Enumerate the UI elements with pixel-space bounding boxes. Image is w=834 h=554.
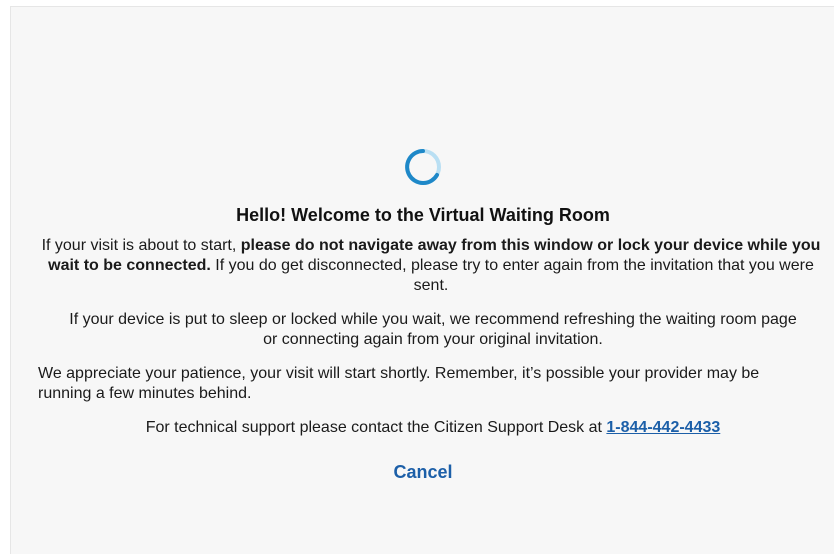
support-phone-link[interactable]: 1-844-442-4433	[606, 419, 720, 436]
instructions-intro: If your visit is about to start,	[41, 237, 241, 254]
instructions-paragraph: If your visit is about to start, please …	[11, 236, 834, 296]
support-text: For technical support please contact the…	[145, 419, 607, 436]
cancel-button[interactable]: Cancel	[383, 458, 462, 487]
support-paragraph: For technical support please contact the…	[11, 418, 834, 438]
patience-paragraph: We appreciate your patience, your visit …	[38, 365, 760, 402]
waiting-room-panel: Hello! Welcome to the Virtual Waiting Ro…	[10, 6, 834, 554]
instructions-reconnect: If you do get disconnected, please try t…	[210, 257, 814, 294]
page-title: Hello! Welcome to the Virtual Waiting Ro…	[236, 205, 610, 225]
loading-spinner-icon	[405, 149, 441, 185]
sleep-notice-paragraph: If your device is put to sleep or locked…	[69, 311, 797, 348]
waiting-room-content: Hello! Welcome to the Virtual Waiting Ro…	[11, 147, 834, 487]
